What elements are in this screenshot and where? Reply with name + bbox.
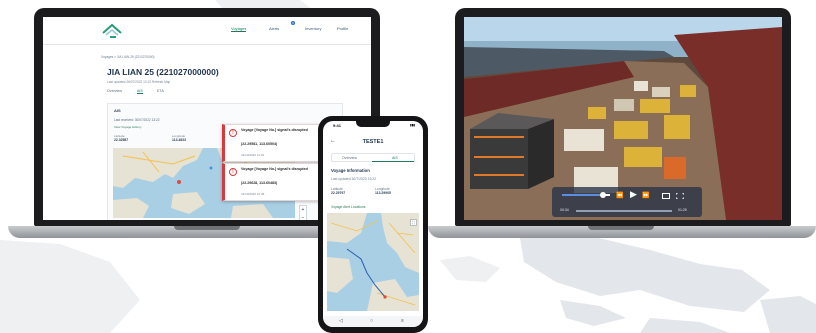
ais-card-heading: AIS (114, 108, 121, 113)
nav-home-button[interactable]: ○ (370, 318, 373, 324)
alert-card[interactable]: ! Voyage [Voyage No.] signal's disrupted… (222, 163, 324, 201)
play-button[interactable]: ▶ (630, 189, 637, 200)
alert-exclamation-icon: ! (229, 168, 237, 176)
smartphone: 9:41 ▮▮▮ ← TESTE1 Overview AIS Voyage In… (318, 116, 428, 333)
phone-tab-ais[interactable]: AIS (392, 156, 398, 160)
latitude-field: Latitude 22.32587 (114, 134, 128, 142)
brand-logo-icon (102, 23, 122, 38)
phone-nav-bar: ◁ ○ ≡ (323, 316, 423, 327)
status-time: 9:41 (333, 123, 342, 128)
phone-screen: 9:41 ▮▮▮ ← TESTE1 Overview AIS Voyage In… (323, 121, 423, 327)
nav-alerts[interactable]: Alerts (269, 26, 279, 31)
app-header: Voyages Alerts 3 Inventory Profile (43, 17, 371, 45)
tab-ais[interactable]: AIS (137, 89, 143, 94)
fullscreen-icon[interactable] (676, 193, 684, 199)
laptop-right-screen: ⏪ ▶ ⏩ 00:34 01:25 (464, 17, 782, 220)
status-icons: ▮▮▮ (410, 123, 415, 127)
laptop-right-base (428, 226, 816, 238)
voyage-info-heading: Voyage Information (331, 168, 370, 173)
nav-profile[interactable]: Profile (337, 26, 348, 31)
alert-exclamation-icon: ! (229, 129, 237, 137)
volume-level (562, 194, 602, 196)
breadcrumb[interactable]: Voyages > JIA LIAN 25 (2210270000) (101, 55, 154, 59)
nav-inventory[interactable]: Inventory (305, 26, 321, 31)
phone-longitude-field: Longitude 113.29905 (375, 187, 391, 195)
phone-latitude-field: Latitude 22.29797 (331, 187, 345, 195)
ais-last-received: Last received: 30/07/2022 13:22 (114, 118, 160, 122)
fullscreen-map-button[interactable]: ⛶ (410, 219, 417, 226)
voyage-alert-locations-link[interactable]: Voyage Alert Locations (331, 205, 366, 209)
alert-coordinates: (22.29581, 113.60504) (241, 142, 278, 146)
phone-tab-overview[interactable]: Overview (342, 156, 357, 160)
longitude-value: 113.4833 (172, 138, 186, 142)
alert-title: Voyage [Voyage No.] signal's disrupted (241, 128, 308, 132)
phone-notch (356, 121, 390, 127)
nav-menu-button[interactable]: ≡ (401, 318, 404, 324)
video-current-time: 00:34 (560, 208, 569, 212)
page-title: JIA LIAN 25 (221027000000) (107, 67, 219, 77)
view-voyage-history-link[interactable]: View Voyage History (114, 125, 141, 129)
zoom-in-button[interactable]: + (300, 206, 306, 214)
alert-date: 31/10/2022 11:02 (241, 153, 265, 157)
phone-tab-indicator (372, 160, 414, 162)
volume-knob[interactable] (600, 192, 606, 198)
alert-date: 31/10/2022 10:38 (241, 192, 265, 196)
last-updated-text: Last updated 26/07/2022 13:22 Refresh Ma… (107, 80, 171, 84)
alert-title: Voyage [Voyage No.] signal's disrupted (241, 167, 308, 171)
tab-eta[interactable]: ETA (157, 89, 164, 93)
alert-card[interactable]: ! Voyage [Voyage No.] signal's disrupted… (222, 124, 324, 162)
nav-back-button[interactable]: ◁ (339, 318, 343, 324)
alerts-count-badge: 3 (291, 21, 295, 25)
video-seek-bar[interactable] (576, 210, 672, 212)
laptop-right: ⏪ ▶ ⏩ 00:34 01:25 (455, 8, 791, 226)
phone-tabs: Overview AIS (331, 153, 415, 162)
rewind-button[interactable]: ⏪ (616, 192, 623, 199)
nav-voyages[interactable]: Voyages (231, 26, 247, 32)
pip-icon[interactable] (662, 193, 670, 199)
video-controls: ⏪ ▶ ⏩ 00:34 01:25 (552, 187, 702, 217)
zoom-out-button[interactable]: − (300, 214, 306, 220)
map-zoom-control: + − (299, 205, 307, 220)
tab-overview[interactable]: Overview (107, 89, 122, 93)
phone-longitude-value: 113.29905 (375, 191, 391, 195)
video-duration: 01:25 (678, 208, 687, 212)
phone-voyage-map[interactable] (327, 213, 419, 311)
phone-last-updated: Last updated 30/7/2023 13:22 (331, 177, 377, 181)
phone-page-title: TESTE1 (362, 139, 384, 145)
phone-latitude-value: 22.29797 (331, 191, 346, 195)
alert-coordinates: (22.29628, 113.60483) (241, 181, 278, 185)
latitude-value: 22.32587 (114, 138, 129, 142)
forward-button[interactable]: ⏩ (642, 192, 649, 199)
longitude-field: Longitude 113.4833 (172, 134, 186, 142)
